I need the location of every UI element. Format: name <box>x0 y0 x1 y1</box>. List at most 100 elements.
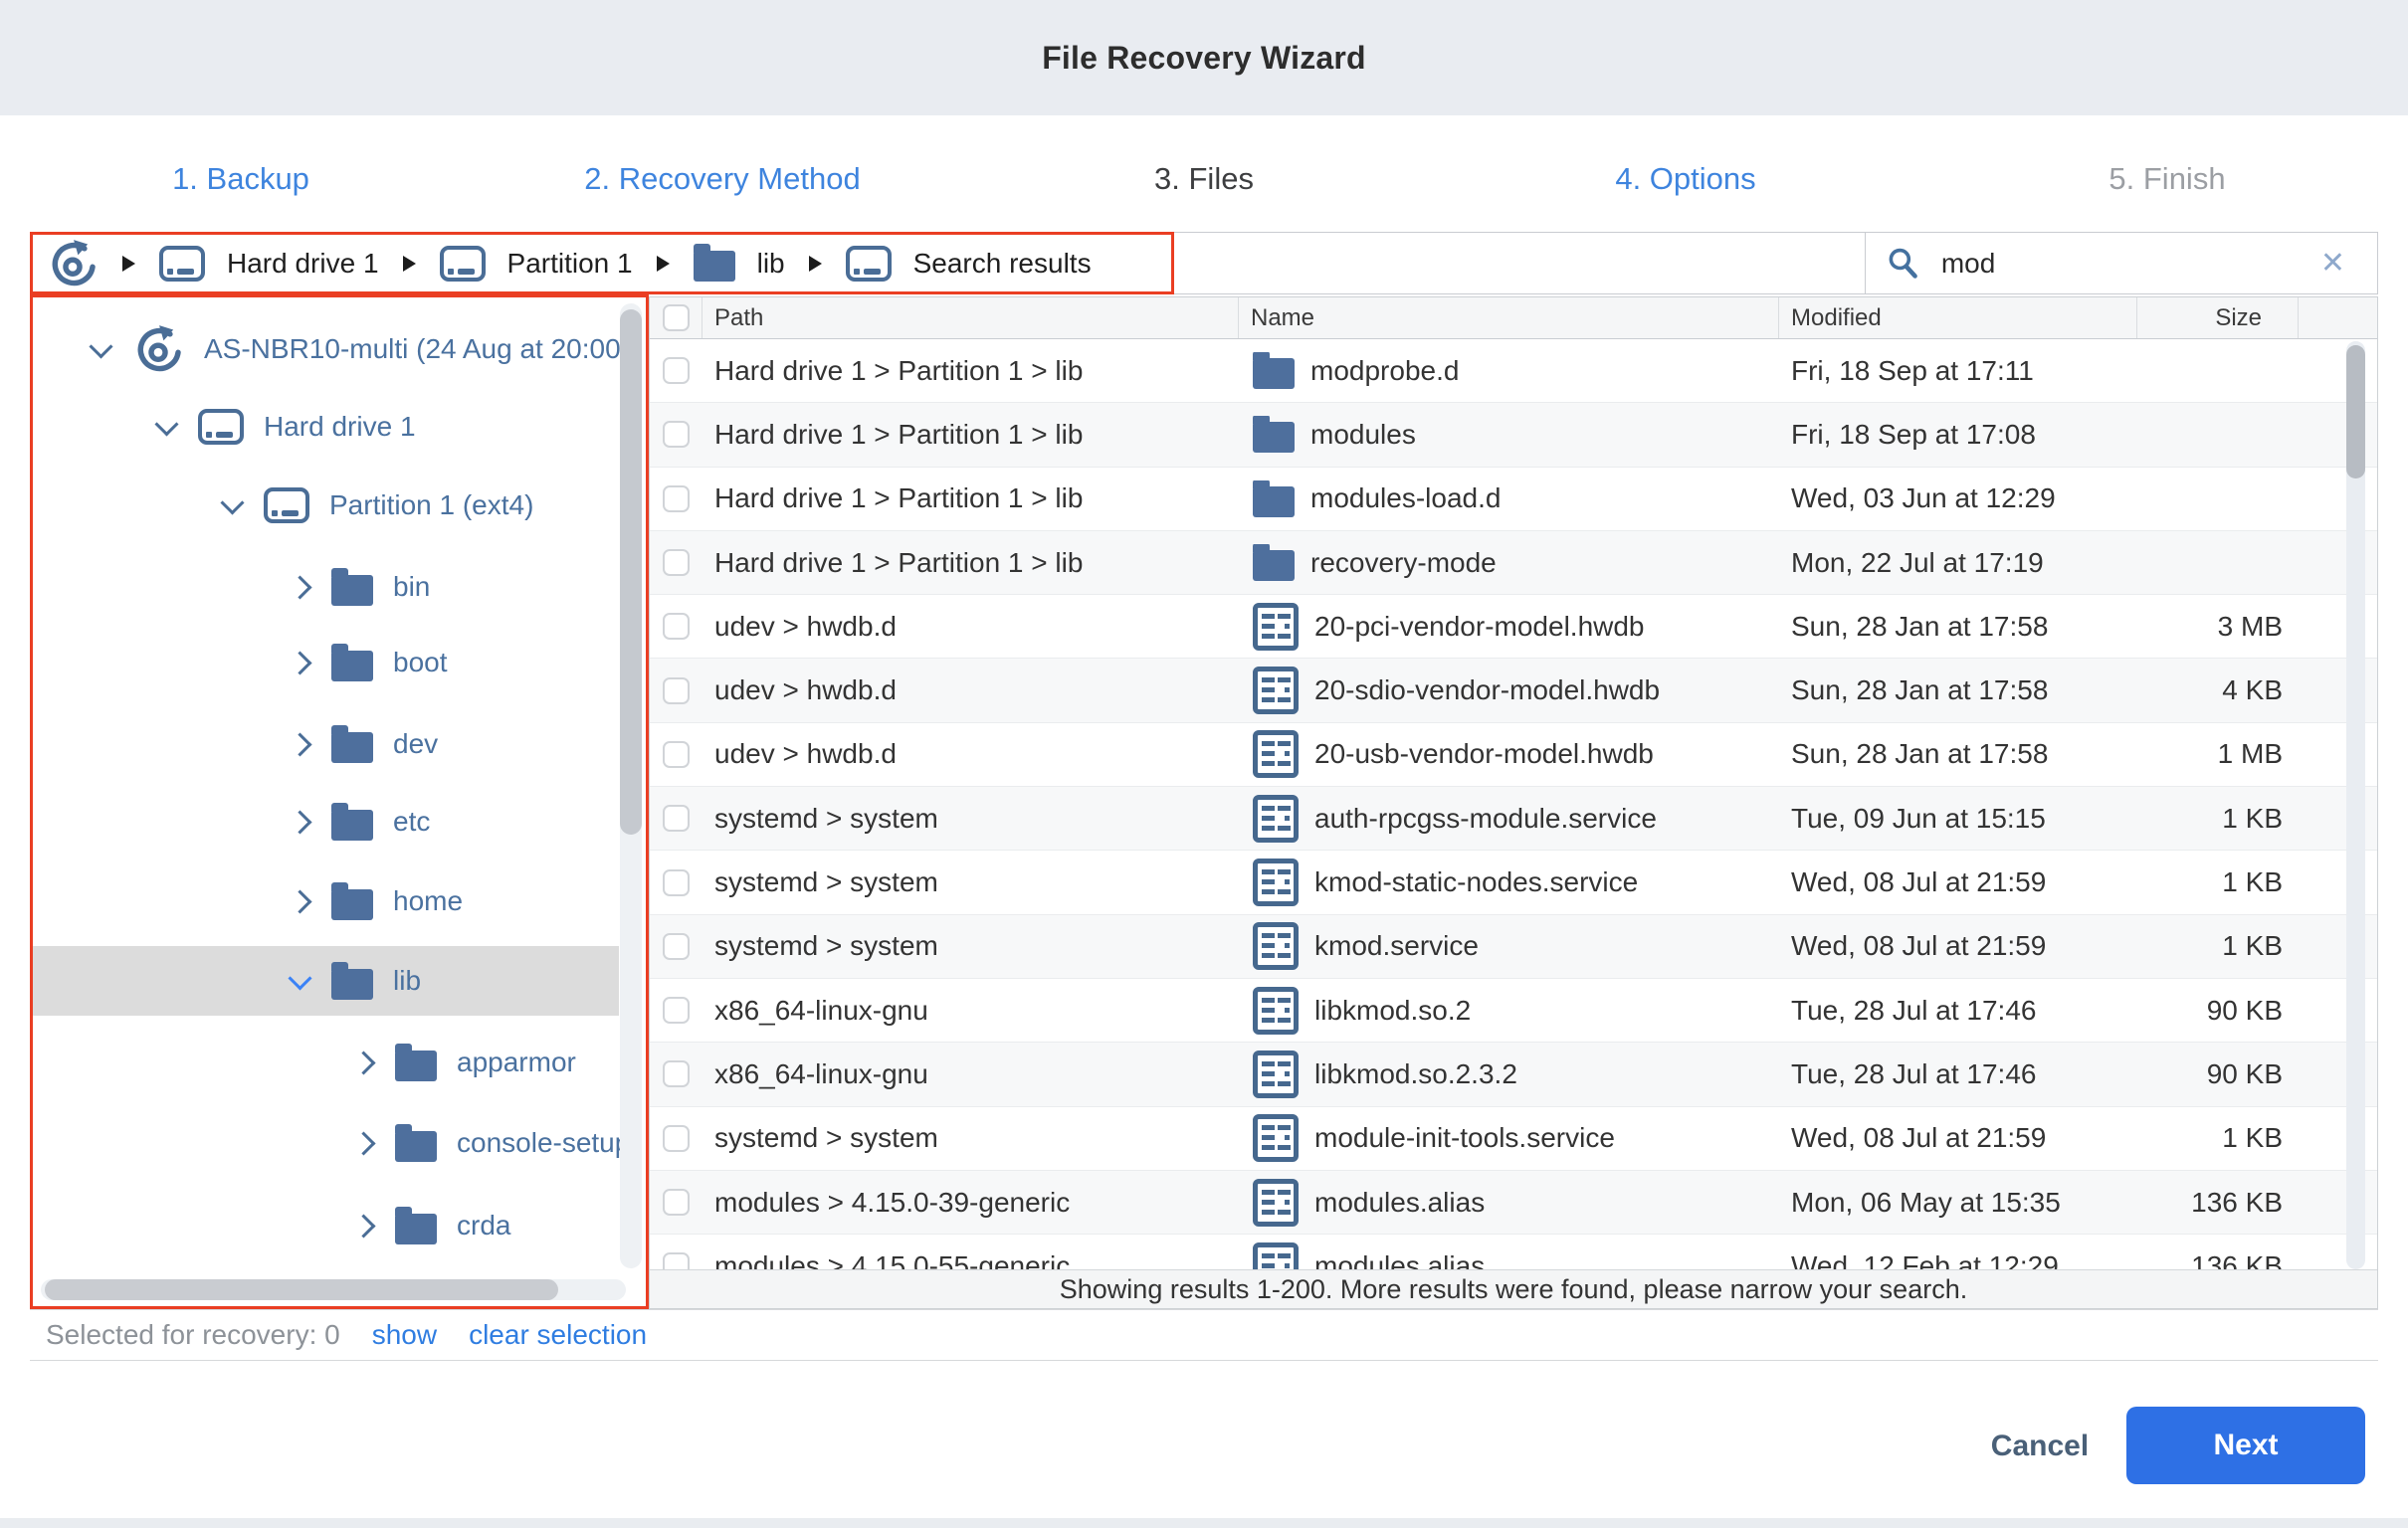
table-row[interactable]: Hard drive 1 > Partition 1 > lib modules… <box>650 468 2377 531</box>
row-name: modules <box>1310 419 1416 451</box>
folder-icon <box>331 651 373 681</box>
chevron-right-icon[interactable] <box>351 1214 375 1238</box>
chevron-right-icon[interactable] <box>351 1131 375 1155</box>
tree-item-dev[interactable]: dev <box>33 709 619 779</box>
row-path: udev > hwdb.d <box>702 674 1239 706</box>
tree-item-apparmor[interactable]: apparmor <box>33 1028 619 1097</box>
row-name: modules-load.d <box>1310 482 1501 514</box>
breadcrumb-hard-drive-1[interactable]: Hard drive 1 <box>159 246 379 282</box>
chevron-right-icon[interactable] <box>288 651 311 674</box>
file-icon <box>1253 1050 1299 1098</box>
table-row[interactable]: x86_64-linux-gnu libkmod.so.2 Tue, 28 Ju… <box>650 979 2377 1043</box>
step-recovery-method[interactable]: 2. Recovery Method <box>482 149 963 209</box>
breadcrumb-partition-1[interactable]: Partition 1 <box>440 246 633 282</box>
wizard-steps: 1. Backup 2. Recovery Method 3. Files 4.… <box>0 149 2408 209</box>
chevron-down-icon[interactable] <box>89 334 112 358</box>
row-checkbox[interactable] <box>663 933 690 960</box>
row-name: 20-usb-vendor-model.hwdb <box>1314 738 1654 770</box>
table-row[interactable]: udev > hwdb.d 20-usb-vendor-model.hwdb S… <box>650 723 2377 787</box>
tree-item-bin[interactable]: bin <box>33 552 619 622</box>
table-row[interactable]: udev > hwdb.d 20-pci-vendor-model.hwdb S… <box>650 595 2377 659</box>
tree-vertical-scrollbar-thumb[interactable] <box>620 309 642 835</box>
selection-count: 0 <box>324 1319 340 1350</box>
tree-horizontal-scrollbar-thumb[interactable] <box>45 1279 558 1300</box>
tree-item-etc[interactable]: etc <box>33 787 619 857</box>
tree-item-crda[interactable]: crda <box>33 1191 619 1260</box>
table-row[interactable]: systemd > system auth-rpcgss-module.serv… <box>650 787 2377 851</box>
row-checkbox[interactable] <box>663 997 690 1024</box>
row-name: 20-pci-vendor-model.hwdb <box>1314 611 1645 643</box>
column-header-size[interactable]: Size <box>2137 297 2299 338</box>
select-all-checkbox[interactable] <box>663 304 690 331</box>
row-checkbox[interactable] <box>663 741 690 768</box>
row-checkbox[interactable] <box>663 1060 690 1087</box>
table-row[interactable]: Hard drive 1 > Partition 1 > lib modules… <box>650 403 2377 467</box>
row-checkbox[interactable] <box>663 1189 690 1216</box>
table-row[interactable]: Hard drive 1 > Partition 1 > lib recover… <box>650 531 2377 595</box>
clear-search-icon[interactable]: ✕ <box>2320 249 2345 279</box>
row-path: systemd > system <box>702 866 1239 898</box>
row-checkbox[interactable] <box>663 357 690 384</box>
column-header-name[interactable]: Name <box>1239 297 1779 338</box>
chevron-down-icon[interactable] <box>288 966 311 990</box>
selection-count-label: Selected for recovery: 0 <box>46 1319 340 1351</box>
breadcrumb-search-results[interactable]: Search results <box>846 246 1092 282</box>
next-button[interactable]: Next <box>2126 1407 2365 1484</box>
search-input[interactable] <box>1939 247 2303 281</box>
backup-icon <box>132 323 184 375</box>
cancel-button[interactable]: Cancel <box>1975 1417 2105 1476</box>
folder-icon <box>395 1131 437 1162</box>
tree-item-partition-1[interactable]: Partition 1 (ext4) <box>33 471 619 540</box>
step-finish: 5. Finish <box>1926 149 2408 209</box>
table-row[interactable]: udev > hwdb.d 20-sdio-vendor-model.hwdb … <box>650 659 2377 722</box>
tree-item-hard-drive-1[interactable]: Hard drive 1 <box>33 392 619 462</box>
table-row[interactable]: Hard drive 1 > Partition 1 > lib modprob… <box>650 339 2377 403</box>
breadcrumb-backup[interactable] <box>47 238 99 289</box>
chevron-right-icon[interactable] <box>351 1050 375 1074</box>
chevron-right-icon[interactable] <box>288 732 311 756</box>
table-row[interactable]: x86_64-linux-gnu libkmod.so.2.3.2 Tue, 2… <box>650 1043 2377 1106</box>
column-header-path[interactable]: Path <box>702 297 1239 338</box>
chevron-right-icon[interactable] <box>288 889 311 913</box>
chevron-down-icon[interactable] <box>220 490 244 514</box>
row-modified: Sun, 28 Jan at 17:58 <box>1779 674 2137 706</box>
table-row[interactable]: modules > 4.15.0-39-generic modules.alia… <box>650 1171 2377 1235</box>
table-row[interactable]: systemd > system kmod-static-nodes.servi… <box>650 851 2377 914</box>
table-row[interactable]: systemd > system kmod.service Wed, 08 Ju… <box>650 915 2377 979</box>
row-path: udev > hwdb.d <box>702 738 1239 770</box>
step-backup[interactable]: 1. Backup <box>0 149 482 209</box>
row-checkbox[interactable] <box>663 805 690 832</box>
show-selection-link[interactable]: show <box>372 1319 437 1351</box>
row-checkbox[interactable] <box>663 613 690 640</box>
tree-item-lib[interactable]: lib <box>33 946 619 1016</box>
search-results-table: Path Name Modified Size Hard drive 1 > P… <box>649 296 2378 1309</box>
table-scrollbar-thumb[interactable] <box>2346 345 2365 478</box>
table-row[interactable]: systemd > system module-init-tools.servi… <box>650 1107 2377 1171</box>
file-icon <box>1253 667 1299 714</box>
file-icon <box>1253 1114 1299 1162</box>
row-name: kmod-static-nodes.service <box>1314 866 1638 898</box>
row-name: modprobe.d <box>1310 355 1459 387</box>
tree-item-as-nbr10-multi[interactable]: AS-NBR10-multi (24 Aug at 20:00) <box>33 314 619 384</box>
row-checkbox[interactable] <box>663 1125 690 1152</box>
breadcrumb-lib[interactable]: lib <box>694 245 785 282</box>
row-modified: Wed, 08 Jul at 21:59 <box>1779 1122 2137 1154</box>
table-row[interactable]: modules > 4.15.0-55-generic modules.alia… <box>650 1235 2377 1271</box>
chevron-right-icon[interactable] <box>288 810 311 834</box>
row-checkbox[interactable] <box>663 549 690 576</box>
tree-item-boot[interactable]: boot <box>33 628 619 697</box>
column-header-modified[interactable]: Modified <box>1779 297 2137 338</box>
chevron-right-icon[interactable] <box>288 575 311 599</box>
chevron-down-icon[interactable] <box>154 412 178 436</box>
row-checkbox[interactable] <box>663 677 690 704</box>
tree-item-console-setup[interactable]: console-setup <box>33 1108 619 1178</box>
row-checkbox[interactable] <box>663 421 690 448</box>
row-checkbox[interactable] <box>663 869 690 896</box>
row-name: modules.alias <box>1314 1187 1485 1219</box>
row-checkbox[interactable] <box>663 485 690 512</box>
backup-tree-panel: AS-NBR10-multi (24 Aug at 20:00) Hard dr… <box>30 294 649 1309</box>
step-options[interactable]: 4. Options <box>1445 149 1926 209</box>
tree-item-home[interactable]: home <box>33 866 619 936</box>
row-path: systemd > system <box>702 930 1239 962</box>
clear-selection-link[interactable]: clear selection <box>469 1319 647 1351</box>
